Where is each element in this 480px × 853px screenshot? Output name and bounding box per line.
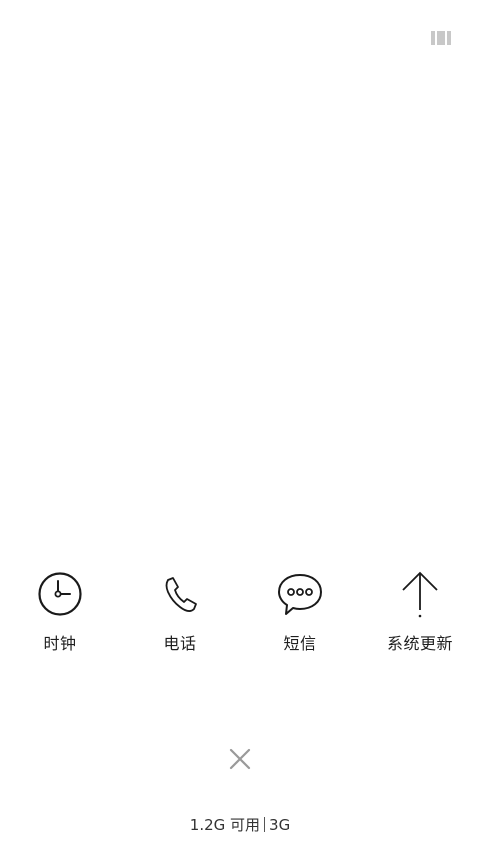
memory-total: 3G — [269, 816, 291, 834]
app-phone[interactable]: 电话 — [120, 566, 240, 666]
app-clock[interactable]: 时钟 — [0, 566, 120, 666]
message-icon — [276, 570, 324, 618]
memory-divider — [264, 817, 266, 832]
recents-menu-icon[interactable] — [430, 29, 452, 47]
app-phone-label: 电话 — [163, 634, 197, 653]
app-system-update-label: 系统更新 — [386, 634, 453, 653]
app-messages-label: 短信 — [283, 634, 317, 653]
app-messages[interactable]: 短信 — [240, 566, 360, 666]
close-all-button[interactable] — [224, 743, 256, 775]
memory-available: 1.2G 可用 — [189, 816, 261, 834]
system-update-icon — [396, 570, 444, 618]
app-clock-label: 时钟 — [43, 634, 77, 653]
clock-icon — [36, 570, 84, 618]
memory-status: 1.2G 可用 3G — [0, 815, 480, 835]
recent-apps-row: 时钟 电话 短信 系统更新 — [0, 566, 480, 666]
phone-icon — [156, 570, 204, 618]
close-icon — [229, 748, 251, 770]
app-system-update[interactable]: 系统更新 — [360, 566, 480, 666]
